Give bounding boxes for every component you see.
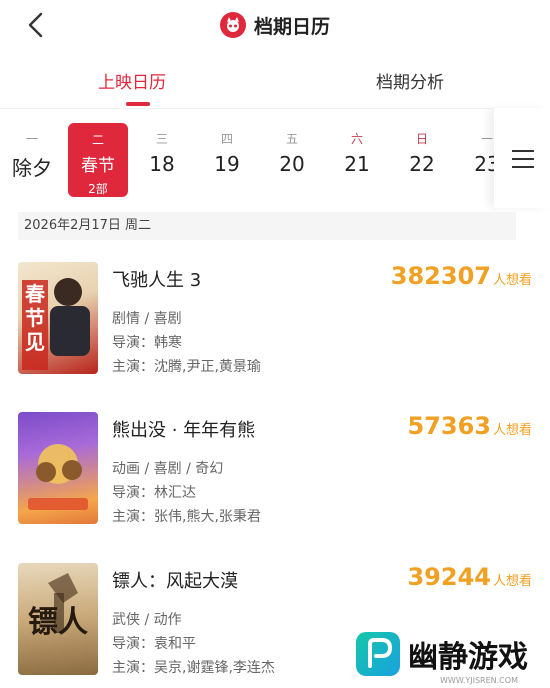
movie-title[interactable]: 飞驰人生 3 [112, 266, 201, 292]
date-item-selected[interactable]: 二 春节 2部 [68, 123, 128, 197]
weekday-label: 三 [155, 132, 168, 146]
date-header: 2026年2月17日 周二 [18, 212, 516, 240]
movie-genre: 剧情 / 喜剧 [112, 311, 182, 327]
movie-poster[interactable]: 春节见 [18, 262, 98, 374]
weekday-label: 二 [91, 133, 104, 147]
active-tab-indicator [126, 102, 150, 106]
watermark-logo-icon [356, 632, 400, 676]
movie-director: 导演：袁和平 [112, 636, 196, 652]
want-count-number: 382307 [390, 262, 491, 290]
date-label: 19 [214, 152, 240, 176]
movie-cast: 主演：张伟,熊大,张秉君 [112, 509, 261, 525]
watermark-text: 幽静游戏 [408, 640, 528, 675]
movie-cast: 主演：沈腾,尹正,黄景瑜 [112, 359, 261, 375]
date-label: 除夕 [12, 156, 52, 180]
date-strip[interactable]: 一 除夕 二 春节 2部 三 18 四 19 五 20 六 21 日 22 一 … [0, 118, 550, 200]
poster-text: 春节见 [25, 282, 45, 354]
want-to-see-count: 382307 人想看 [391, 262, 532, 290]
movie-poster[interactable]: 镖人 [18, 563, 98, 675]
date-label: 18 [149, 152, 175, 176]
date-label: 春节 [81, 156, 115, 176]
movie-genre: 动画 / 喜剧 / 奇幻 [112, 461, 224, 477]
movie-title[interactable]: 熊出没 · 年年有熊 [112, 416, 255, 442]
date-item[interactable]: 日 22 [392, 122, 452, 196]
movie-count: 2部 [88, 182, 108, 196]
poster-text: 镖人 [28, 605, 88, 640]
weekday-label: 六 [350, 132, 363, 146]
movie-item[interactable]: 熊出没 · 年年有熊 57363 人想看 动画 / 喜剧 / 奇幻 导演：林汇达… [0, 412, 550, 532]
weekday-label: 日 [415, 132, 428, 146]
date-item[interactable]: 六 21 [327, 122, 387, 196]
want-to-see-count: 57363 人想看 [407, 412, 532, 440]
want-to-see-count: 39244 人想看 [407, 563, 532, 591]
date-item[interactable]: 五 20 [262, 122, 322, 196]
watermark: 幽静游戏 [356, 632, 528, 676]
want-count-number: 39244 [407, 563, 491, 591]
movie-director: 导演：韩寒 [112, 335, 182, 351]
movie-poster[interactable] [18, 412, 98, 524]
tab-release-calendar[interactable]: 上映日历 [98, 68, 166, 93]
weekday-label: 五 [285, 132, 298, 146]
tab-schedule-analysis[interactable]: 档期分析 [376, 68, 444, 93]
movie-director: 导演：林汇达 [112, 485, 196, 501]
want-count-number: 57363 [407, 412, 491, 440]
movie-title[interactable]: 镖人：风起大漠 [112, 567, 238, 593]
date-label: 21 [344, 152, 370, 176]
divider [0, 108, 550, 109]
weekday-label: 一 [25, 132, 38, 146]
want-count-unit: 人想看 [492, 423, 532, 438]
movie-item[interactable]: 春节见 飞驰人生 3 382307 人想看 剧情 / 喜剧 导演：韩寒 主演：沈… [0, 262, 550, 382]
watermark-url: WWW.YJISREN.COM [440, 676, 518, 685]
date-label: 20 [279, 152, 305, 176]
header: 档期日历 [0, 10, 550, 40]
movie-cast: 主演：吴京,谢霆锋,李连杰 [112, 660, 275, 676]
date-label: 22 [409, 152, 435, 176]
date-item[interactable]: 四 19 [197, 122, 257, 196]
movie-genre: 武侠 / 动作 [112, 612, 182, 628]
date-item[interactable]: 一 除夕 [2, 122, 62, 196]
date-item[interactable]: 三 18 [132, 122, 192, 196]
want-count-unit: 人想看 [492, 273, 532, 288]
weekday-label: 四 [220, 132, 233, 146]
want-count-unit: 人想看 [492, 574, 532, 589]
page-title: 档期日历 [253, 15, 330, 38]
calendar-menu-button[interactable] [494, 108, 550, 208]
cat-logo-icon [219, 12, 246, 38]
